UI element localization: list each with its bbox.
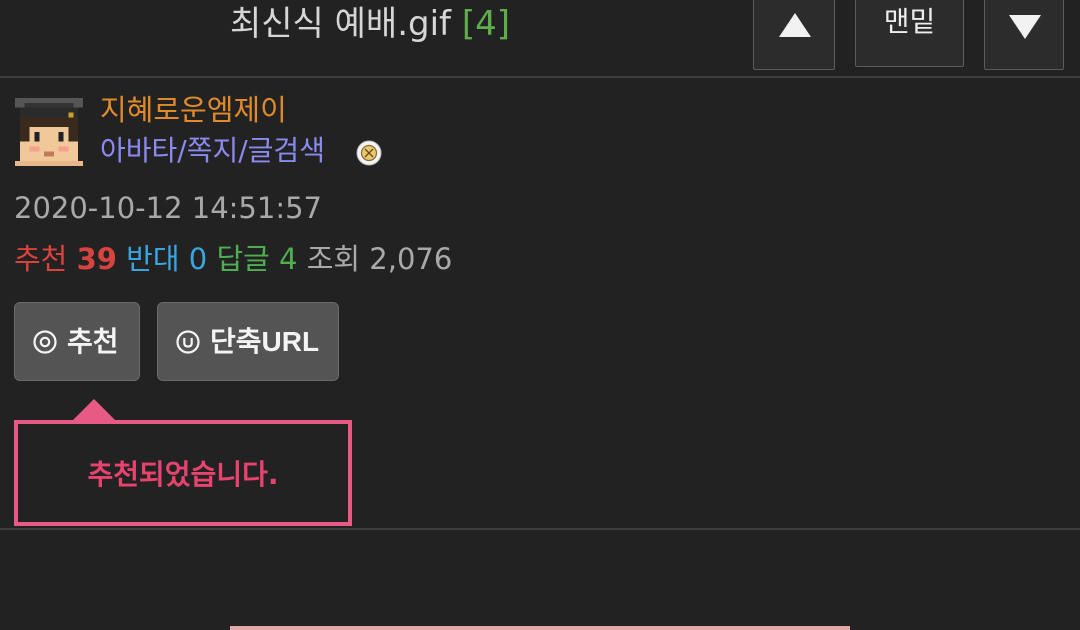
triangle-down-icon: [1009, 15, 1041, 39]
recommend-tooltip: 추천되었습니다.: [14, 420, 352, 526]
reply-count: 4: [279, 242, 298, 276]
divider: [0, 528, 1080, 530]
scroll-down-button[interactable]: [984, 0, 1064, 70]
author-name[interactable]: 지혜로운엠제이: [100, 92, 287, 128]
short-url-button[interactable]: 단축URL: [157, 302, 339, 381]
triangle-up-icon: [779, 13, 811, 37]
post-title-text: 최신식 예배.gif: [230, 4, 452, 44]
view-count: 2,076: [369, 242, 453, 276]
avatar[interactable]: [14, 98, 84, 166]
post-stats: 추천 39 반대 0 답글 4 조회 2,076: [14, 240, 452, 278]
scroll-up-button[interactable]: [753, 0, 835, 70]
recommend-icon: [33, 330, 57, 354]
recommend-stat-label: 추천: [14, 242, 68, 276]
short-url-icon: [176, 330, 200, 354]
recommend-count: 39: [76, 242, 117, 276]
post-title: 최신식 예배.gif [4]: [230, 2, 510, 46]
tooltip-message: 추천되었습니다.: [87, 458, 279, 491]
header-bar: 최신식 예배.gif [4] 맨밑: [0, 0, 1080, 78]
recommend-button[interactable]: 추천: [14, 302, 140, 381]
post-date: 2020-10-12 14:51:57: [14, 191, 322, 225]
level-badge-icon: [356, 140, 382, 166]
tooltip-arrow: [73, 399, 115, 420]
recommend-button-label: 추천: [67, 326, 119, 357]
scroll-bottom-button[interactable]: 맨밑: [855, 0, 964, 67]
reply-stat-label: 답글: [216, 242, 270, 276]
author-links[interactable]: 아바타/쪽지/글검색: [100, 133, 325, 169]
short-url-button-label: 단축URL: [210, 326, 320, 357]
comment-count[interactable]: [4]: [462, 4, 510, 44]
oppose-stat-label: 반대: [126, 242, 180, 276]
post-content-edge: [230, 626, 850, 630]
scroll-bottom-label: 맨밑: [883, 5, 936, 38]
view-stat-label: 조회: [306, 242, 361, 276]
oppose-count: 0: [188, 242, 208, 276]
